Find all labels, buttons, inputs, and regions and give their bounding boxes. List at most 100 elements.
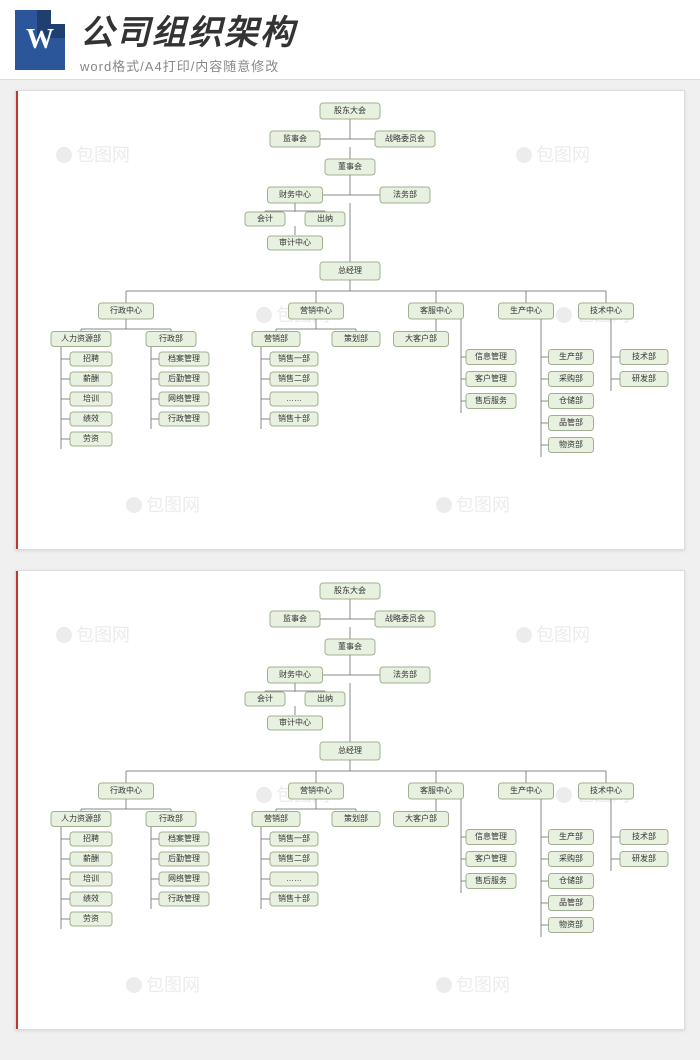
node-hr-1-label: 薪酬 — [83, 853, 99, 863]
node-admin-center-label: 行政中心 — [110, 785, 142, 795]
node-tech-1-label: 研发部 — [632, 853, 656, 863]
node-strategy-label: 战略委员会 — [385, 613, 425, 623]
node-marketing-center-label: 营销中心 — [300, 785, 332, 795]
node-marketing-label: 营销部 — [264, 333, 288, 343]
node-hr-0-label: 招聘 — [83, 353, 99, 363]
node-service-2-label: 售后服务 — [475, 875, 507, 885]
node-gm-label: 总经理 — [338, 265, 362, 275]
node-hr-label: 人力资源部 — [61, 333, 101, 343]
node-prod-0-label: 生产部 — [559, 831, 583, 841]
node-marketing-label: 营销部 — [264, 813, 288, 823]
node-root-label: 股东大会 — [334, 105, 366, 115]
node-sales-2-label: …… — [286, 394, 302, 403]
node-service-1-label: 客户管理 — [475, 373, 507, 383]
header-text: 公司组织架构 word格式/A4打印/内容随意修改 — [80, 5, 685, 75]
node-hr-1-label: 薪酬 — [83, 373, 99, 383]
node-admin-2-label: 网络管理 — [168, 873, 200, 883]
node-marketing-center-label: 营销中心 — [300, 305, 332, 315]
node-hr-0-label: 招聘 — [83, 833, 99, 843]
node-hr-2-label: 培训 — [83, 393, 99, 403]
node-admin-0-label: 档案管理 — [168, 833, 200, 843]
node-supervisor-label: 监事会 — [283, 613, 307, 623]
node-prod-3-label: 品管部 — [559, 417, 583, 427]
page-subtitle: word格式/A4打印/内容随意修改 — [80, 56, 685, 75]
page-title: 公司组织架构 — [80, 5, 685, 54]
node-prod-2-label: 仓储部 — [559, 875, 583, 885]
node-tech-center-label: 技术中心 — [590, 305, 622, 315]
node-service-0-label: 信息管理 — [475, 351, 507, 361]
word-icon — [15, 10, 65, 70]
node-prod-4-label: 物资部 — [559, 439, 583, 449]
node-audit-label: 审计中心 — [279, 237, 311, 247]
watermark: 包图网 — [76, 625, 130, 645]
node-admin-2-label: 网络管理 — [168, 393, 200, 403]
node-finance-label: 财务中心 — [279, 189, 311, 199]
node-tech-0-label: 技术部 — [632, 351, 656, 361]
node-admin-3-label: 行政管理 — [168, 893, 200, 903]
node-sales-2-label: …… — [286, 874, 302, 883]
node-legal-label: 法务部 — [393, 669, 417, 679]
watermark: 包图网 — [536, 625, 590, 645]
node-prod-0-label: 生产部 — [559, 351, 583, 361]
node-hr-4-label: 劳资 — [83, 433, 99, 443]
header: 公司组织架构 word格式/A4打印/内容随意修改 — [0, 0, 700, 80]
node-service-2-label: 售后服务 — [475, 395, 507, 405]
node-tech-0-label: 技术部 — [632, 831, 656, 841]
node-strategy-label: 战略委员会 — [385, 133, 425, 143]
node-sales-0-label: 销售一部 — [278, 833, 310, 843]
node-admin-center-label: 行政中心 — [110, 305, 142, 315]
node-legal-label: 法务部 — [393, 189, 417, 199]
node-tech-center-label: 技术中心 — [590, 785, 622, 795]
watermark: 包图网 — [456, 495, 510, 515]
node-admin-dept-label: 行政部 — [159, 333, 183, 343]
node-service-center-label: 客服中心 — [420, 305, 452, 315]
node-admin-3-label: 行政管理 — [168, 413, 200, 423]
document-page-1: 包图网包图网包图网包图网包图网包图网股东大会监事会战略委员会董事会财务中心法务部… — [15, 90, 685, 550]
node-cashier-label: 出纳 — [317, 693, 333, 703]
node-production-center-label: 生产中心 — [510, 785, 542, 795]
node-board-label: 董事会 — [338, 161, 362, 171]
node-hr-label: 人力资源部 — [61, 813, 101, 823]
node-admin-1-label: 后勤管理 — [168, 853, 200, 863]
node-sales-0-label: 销售一部 — [278, 353, 310, 363]
node-planning-label: 策划部 — [344, 333, 368, 343]
node-hr-3-label: 绩效 — [83, 893, 99, 903]
node-prod-1-label: 采购部 — [559, 853, 583, 863]
node-prod-1-label: 采购部 — [559, 373, 583, 383]
watermark: 包图网 — [76, 145, 130, 165]
node-prod-2-label: 仓储部 — [559, 395, 583, 405]
watermark: 包图网 — [536, 145, 590, 165]
node-service-1-label: 客户管理 — [475, 853, 507, 863]
page-container: 包图网包图网包图网包图网包图网包图网股东大会监事会战略委员会董事会财务中心法务部… — [0, 80, 700, 1060]
node-finance-label: 财务中心 — [279, 669, 311, 679]
node-production-center-label: 生产中心 — [510, 305, 542, 315]
watermark: 包图网 — [456, 975, 510, 995]
node-admin-0-label: 档案管理 — [168, 353, 200, 363]
watermark: 包图网 — [146, 495, 200, 515]
node-sales-3-label: 销售十部 — [278, 413, 310, 423]
node-cashier-label: 出纳 — [317, 213, 333, 223]
node-service-center-label: 客服中心 — [420, 785, 452, 795]
node-key-account-label: 大客户部 — [405, 333, 437, 343]
node-admin-dept-label: 行政部 — [159, 813, 183, 823]
node-accounting-label: 会计 — [257, 213, 273, 223]
node-planning-label: 策划部 — [344, 813, 368, 823]
node-audit-label: 审计中心 — [279, 717, 311, 727]
node-sales-1-label: 销售二部 — [278, 373, 310, 383]
node-sales-3-label: 销售十部 — [278, 893, 310, 903]
node-hr-2-label: 培训 — [83, 873, 99, 883]
node-hr-4-label: 劳资 — [83, 913, 99, 923]
node-hr-3-label: 绩效 — [83, 413, 99, 423]
node-admin-1-label: 后勤管理 — [168, 373, 200, 383]
node-key-account-label: 大客户部 — [405, 813, 437, 823]
node-sales-1-label: 销售二部 — [278, 853, 310, 863]
node-prod-4-label: 物资部 — [559, 919, 583, 929]
node-accounting-label: 会计 — [257, 693, 273, 703]
node-gm-label: 总经理 — [338, 745, 362, 755]
node-supervisor-label: 监事会 — [283, 133, 307, 143]
document-page-2: 包图网包图网包图网包图网包图网包图网股东大会监事会战略委员会董事会财务中心法务部… — [15, 570, 685, 1030]
node-tech-1-label: 研发部 — [632, 373, 656, 383]
node-prod-3-label: 品管部 — [559, 897, 583, 907]
node-board-label: 董事会 — [338, 641, 362, 651]
node-service-0-label: 信息管理 — [475, 831, 507, 841]
